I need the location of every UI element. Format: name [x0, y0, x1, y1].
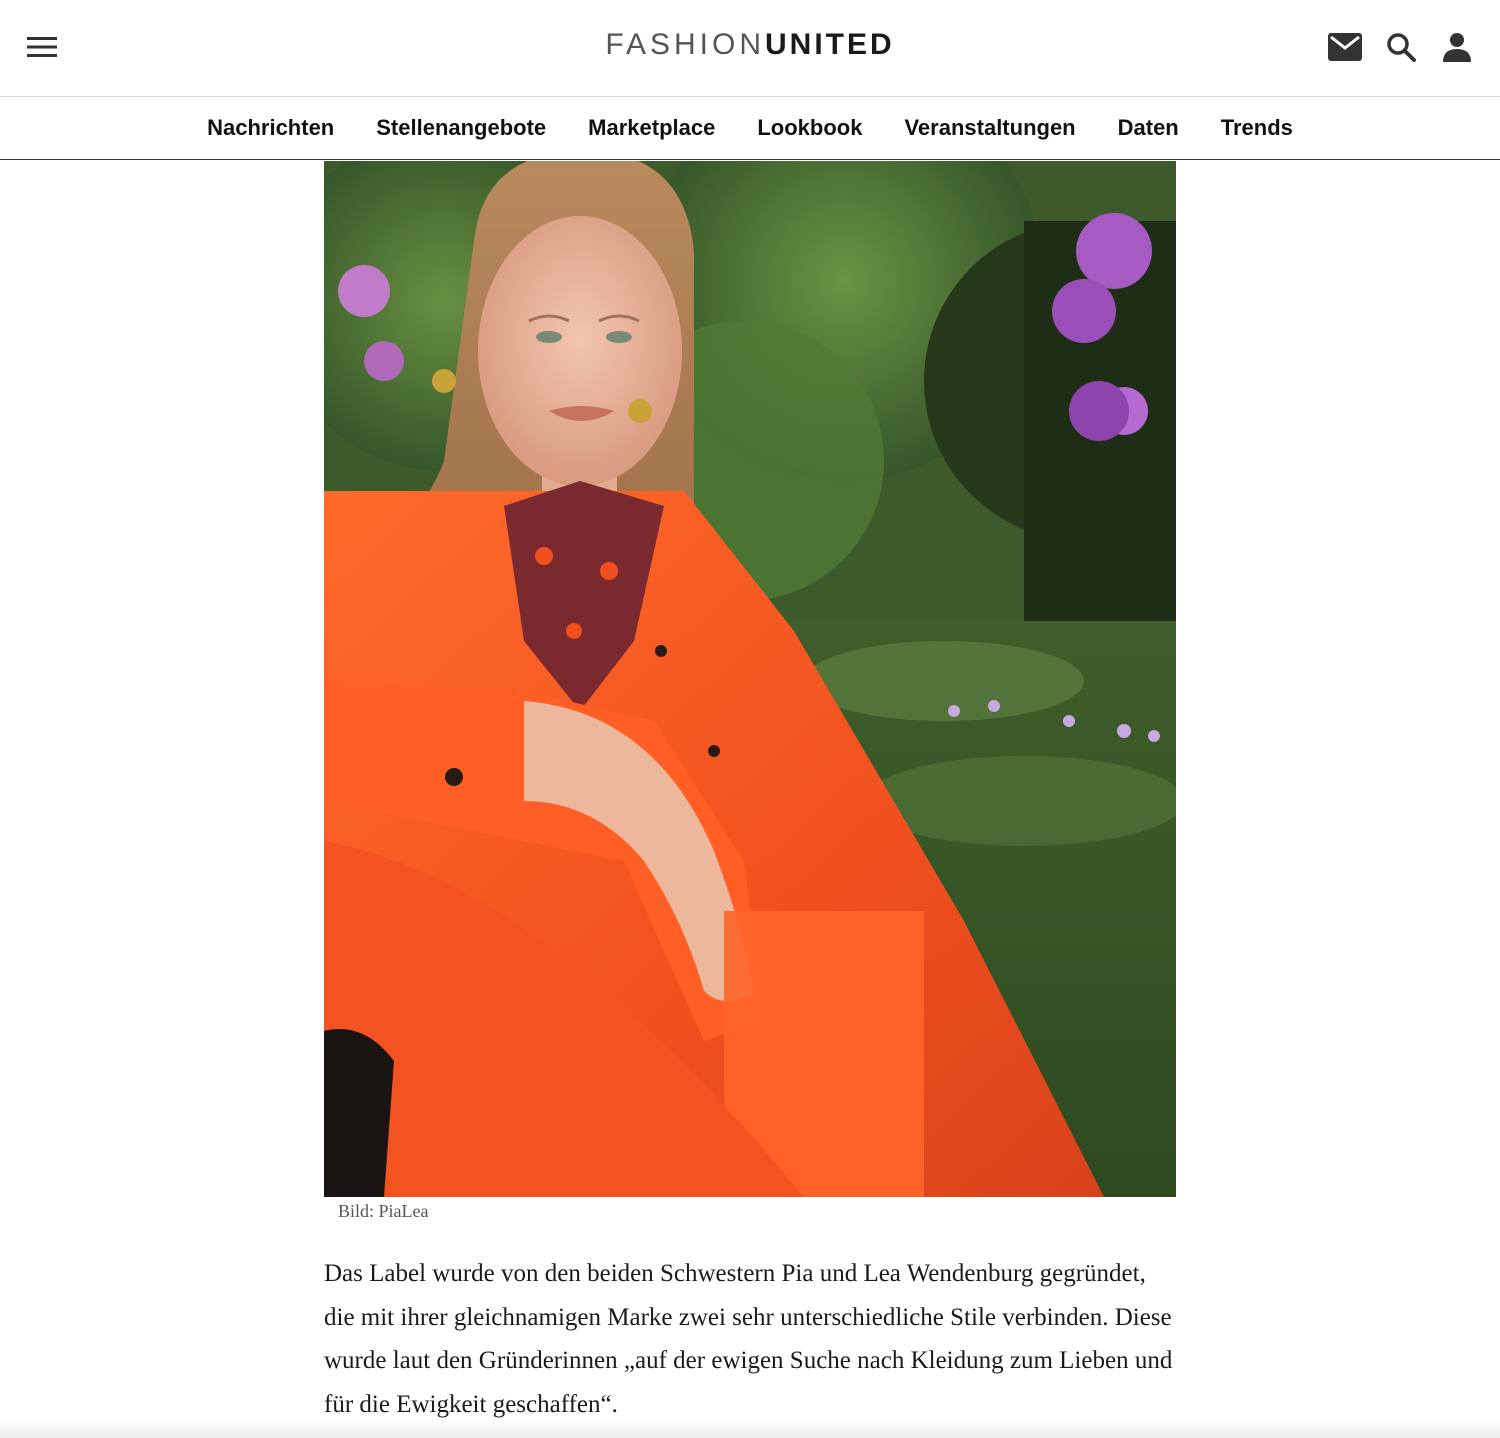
- article-hero-image: [324, 161, 1176, 1197]
- newsletter-button[interactable]: [1324, 27, 1366, 67]
- logo-light-text: FASHION: [605, 28, 766, 61]
- nav-item-daten[interactable]: Daten: [1097, 115, 1200, 141]
- search-button[interactable]: [1380, 27, 1422, 67]
- header-actions: [1324, 27, 1478, 67]
- logo-bold-text: UNITED: [765, 28, 895, 61]
- site-logo[interactable]: FASHIONUNITED: [0, 28, 1500, 62]
- image-caption: Bild: PiaLea: [338, 1201, 429, 1221]
- account-button[interactable]: [1436, 27, 1478, 67]
- article-paragraph: Das Label wurde von den beiden Schwester…: [324, 1260, 1173, 1418]
- nav-item-lookbook[interactable]: Lookbook: [736, 115, 883, 141]
- user-icon: [1443, 33, 1471, 62]
- nav-item-trends[interactable]: Trends: [1200, 115, 1314, 141]
- site-header: FASHIONUNITED: [0, 0, 1500, 97]
- nav-item-stellenangebote[interactable]: Stellenangebote: [355, 115, 567, 141]
- nav-item-veranstaltungen[interactable]: Veranstaltungen: [883, 115, 1096, 141]
- search-icon: [1387, 33, 1416, 62]
- fashion-photo: [324, 161, 1176, 1197]
- nav-item-marketplace[interactable]: Marketplace: [567, 115, 736, 141]
- main-navigation: Nachrichten Stellenangebote Marketplace …: [0, 97, 1500, 160]
- mail-icon: [1328, 33, 1362, 61]
- nav-item-nachrichten[interactable]: Nachrichten: [186, 115, 355, 141]
